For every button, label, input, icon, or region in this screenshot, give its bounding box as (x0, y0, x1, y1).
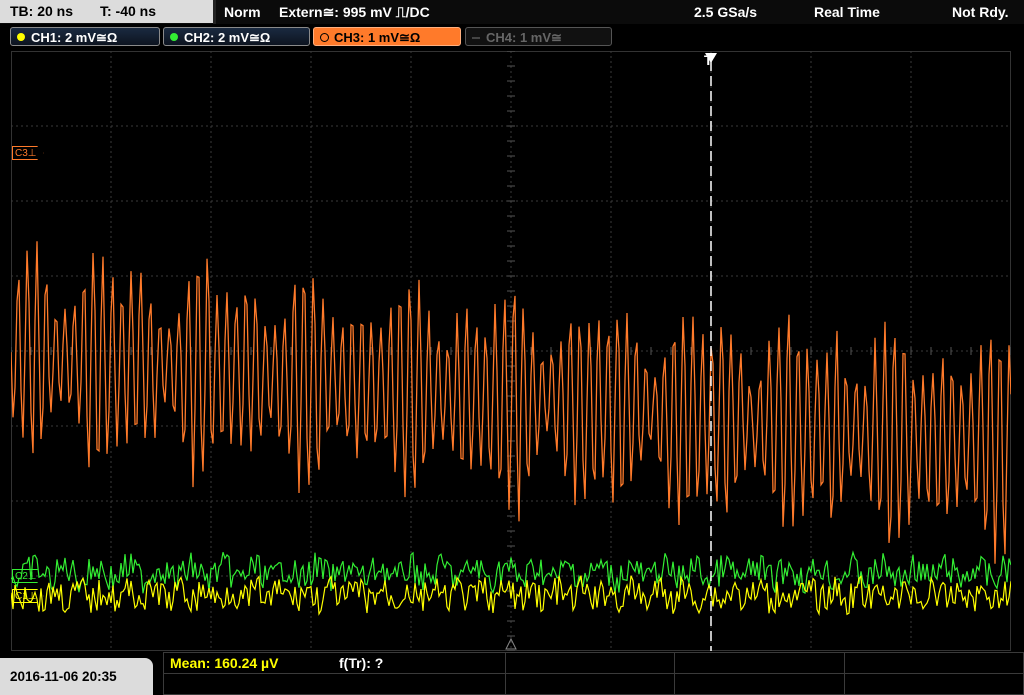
trigger-source[interactable]: Extern≅: 995 mV ⎍/DC (279, 0, 430, 24)
date-time: 2016-11-06 20:35 (0, 658, 153, 695)
measurement-cell[interactable] (163, 673, 506, 695)
trigger-offset-readout: T: -40 ns (100, 3, 157, 19)
measurement-cell[interactable] (674, 652, 845, 674)
measurement-cell[interactable] (674, 673, 845, 695)
measurement-cell[interactable] (505, 673, 675, 695)
channel-2-button[interactable]: CH2: 2 mV≅Ω (163, 27, 310, 46)
channel-3-button[interactable]: CH3: 1 mV≅Ω (313, 27, 461, 46)
channel-1-offset-marker[interactable]: C1⊥ (12, 589, 44, 603)
channel-2-label: CH2: 2 mV≅Ω (184, 30, 271, 45)
measurement-frequency: f(Tr): ? (339, 655, 384, 671)
measurement-cell[interactable] (844, 673, 1024, 695)
channel-1-label: CH1: 2 mV≅Ω (31, 30, 118, 45)
channel-1-indicator-icon (17, 33, 25, 41)
measurement-mean: Mean: 160.24 µV (170, 655, 279, 671)
channel-3-label: CH3: 1 mV≅Ω (334, 30, 421, 45)
trigger-mode[interactable]: Norm (224, 0, 261, 24)
timebase-panel[interactable]: TB: 20 ns T: -40 ns (0, 0, 213, 23)
channel-bar: CH1: 2 mV≅Ω CH2: 2 mV≅Ω CH3: 1 mV≅Ω CH4:… (0, 25, 1024, 49)
acquisition-status: Not Rdy. (952, 4, 1009, 20)
channel-3-trace (11, 241, 1011, 564)
acquisition-mode: Real Time (814, 4, 880, 20)
channel-4-button[interactable]: CH4: 1 mV≅ (465, 27, 612, 46)
channel-1-button[interactable]: CH1: 2 mV≅Ω (10, 27, 160, 46)
measurement-cell[interactable] (505, 652, 675, 674)
measurement-grid (163, 652, 1024, 695)
measurement-cell[interactable] (844, 652, 1024, 674)
trigger-marker: T (704, 52, 713, 68)
sample-rate: 2.5 GSa/s (694, 4, 758, 20)
top-status-bar: TB: 20 ns T: -40 ns Norm Extern≅: 995 mV… (0, 0, 1024, 24)
channel-3-indicator-icon (320, 33, 329, 42)
channel-4-label: CH4: 1 mV≅ (486, 30, 562, 45)
channel-4-indicator-icon (472, 37, 480, 39)
channel-3-offset-marker[interactable]: C3⊥ (12, 146, 44, 160)
timebase-readout: TB: 20 ns (10, 3, 74, 19)
waveform-graticule (11, 51, 1011, 651)
channel-2-indicator-icon (170, 33, 178, 41)
channel-2-offset-marker[interactable]: C2⊥ (12, 569, 44, 583)
divider (213, 0, 216, 24)
